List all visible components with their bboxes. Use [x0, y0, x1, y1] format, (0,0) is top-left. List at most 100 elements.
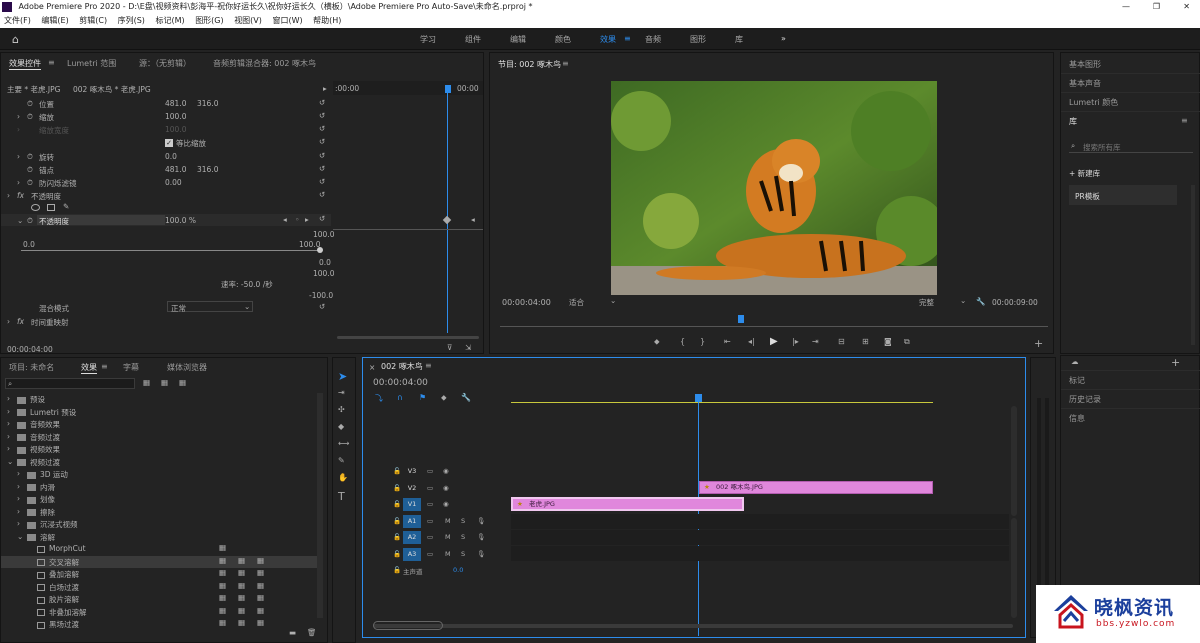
play-only-icon[interactable]: ▸	[323, 84, 327, 93]
expand-icon[interactable]: ›	[17, 152, 20, 161]
reset-icon[interactable]: ↺	[319, 164, 325, 173]
stopwatch-icon[interactable]: ⏱	[27, 178, 33, 188]
step-forward-icon[interactable]: |▸	[792, 337, 799, 346]
sync-lock-icon[interactable]: ▭	[427, 484, 433, 492]
new-folder-icon[interactable]: ▬	[289, 628, 296, 637]
library-scrollbar[interactable]	[1191, 185, 1195, 345]
menu-marker[interactable]: 标记(M)	[155, 16, 184, 25]
lock-icon[interactable]: 🔓	[393, 550, 401, 558]
menu-window[interactable]: 窗口(W)	[272, 16, 302, 25]
timeline-playhead[interactable]	[695, 394, 702, 402]
expand-icon[interactable]: ›	[17, 519, 20, 528]
fit-select[interactable]: 适合 ⌄	[566, 295, 618, 307]
video-frame[interactable]	[611, 81, 937, 295]
tab-media-browser[interactable]: 媒体浏览器	[167, 362, 207, 373]
stopwatch-icon[interactable]: ⏱	[27, 152, 33, 162]
program-scrub-bar[interactable]	[500, 326, 1048, 327]
reset-icon[interactable]: ↺	[319, 302, 325, 311]
mic-icon[interactable]: 🎙	[477, 517, 485, 525]
sync-lock-icon[interactable]: ▭	[427, 500, 433, 508]
mute-button[interactable]: M	[445, 533, 451, 541]
eye-icon[interactable]: ◉	[443, 484, 449, 492]
effects-tree-item[interactable]: ⌄ 视频过渡	[1, 456, 317, 468]
prop-position-y[interactable]: 316.0	[197, 99, 218, 108]
expand-icon[interactable]: ›	[17, 469, 20, 478]
add-icon[interactable]: +	[1171, 356, 1180, 369]
yuv-effects-icon[interactable]: ▦	[179, 378, 186, 387]
solo-button[interactable]: S	[461, 533, 465, 541]
mark-in-icon[interactable]: {	[680, 337, 685, 346]
effects-search-input[interactable]: ⌕	[5, 378, 135, 389]
lock-icon[interactable]: 🔓	[393, 517, 401, 525]
opacity-slider-track[interactable]	[21, 250, 321, 251]
expand-icon[interactable]: ›	[7, 394, 10, 403]
lock-icon[interactable]: 🔓	[393, 467, 401, 475]
panel-info[interactable]: 信息	[1069, 413, 1085, 424]
close-icon[interactable]: ✕	[1183, 0, 1190, 14]
workspace-menu-icon[interactable]: ≡	[624, 34, 631, 43]
tab-effects[interactable]: 效果	[81, 362, 97, 374]
library-menu-icon[interactable]: ≡	[1181, 116, 1188, 125]
expand-icon[interactable]: ›	[7, 317, 10, 326]
step-back-icon[interactable]: ◂|	[748, 337, 755, 346]
prev-keyframe-icon[interactable]: ◂	[283, 215, 287, 224]
track-a3-lane[interactable]	[511, 546, 1009, 561]
home-icon[interactable]: ⌂	[12, 33, 19, 46]
solo-button[interactable]: S	[461, 550, 465, 558]
compare-icon[interactable]: ⧉	[904, 337, 910, 347]
prop-anchor-y[interactable]: 316.0	[197, 165, 218, 174]
program-menu-icon[interactable]: ≡	[562, 59, 569, 68]
library-item[interactable]: PR模板	[1069, 185, 1177, 205]
clip-link[interactable]: 002 啄木鸟 * 老虎.JPG	[73, 84, 151, 95]
wrench-icon[interactable]: 🔧	[461, 393, 471, 402]
add-marker-icon[interactable]: ⬥	[441, 393, 447, 403]
library-search-input[interactable]: ⌕ 搜索所有库	[1069, 139, 1193, 153]
timeline-tab[interactable]: 002 啄木鸟	[381, 361, 423, 372]
prop-position-x[interactable]: 481.0	[165, 99, 186, 108]
mark-out-icon[interactable]: }	[700, 337, 705, 346]
track-a1-lane[interactable]	[511, 514, 1009, 529]
lock-icon[interactable]: 🔓	[393, 533, 401, 541]
effects-tree-item[interactable]: › 内滑	[1, 481, 317, 493]
sync-lock-icon[interactable]: ▭	[427, 517, 433, 525]
effects-tree-item[interactable]: › 音频效果	[1, 418, 317, 430]
tab-effect-controls[interactable]: 效果控件	[9, 58, 41, 70]
selection-tool-icon[interactable]: ➤	[338, 370, 347, 383]
tab-audio-clip-mixer[interactable]: 音频剪辑混合器: 002 啄木鸟	[213, 58, 316, 69]
eye-icon[interactable]: ◉	[443, 467, 449, 475]
reset-icon[interactable]: ↺	[319, 177, 325, 186]
timeline-menu-icon[interactable]: ≡	[425, 361, 432, 370]
type-tool-icon[interactable]: T	[338, 490, 345, 503]
razor-tool-icon[interactable]: ◆	[338, 422, 344, 431]
prop-antiflicker-value[interactable]: 0.00	[165, 178, 182, 187]
clip-v2[interactable]: ★ 002 啄木鸟.JPG	[699, 481, 933, 494]
delete-icon[interactable]: 🗑	[307, 628, 317, 637]
workspace-assembly[interactable]: 组件	[465, 34, 481, 45]
export-frame-icon[interactable]: ◙	[884, 337, 892, 346]
panel-essential-graphics[interactable]: 基本图形	[1069, 59, 1101, 70]
add-marker-icon[interactable]: ⬥	[654, 337, 660, 347]
menu-edit[interactable]: 编辑(E)	[41, 16, 68, 25]
tab-captions[interactable]: 字幕	[123, 362, 139, 373]
video-track-scrollbar[interactable]	[1011, 406, 1017, 516]
new-library-button[interactable]: + 新建库	[1069, 168, 1100, 179]
effects-tree-item[interactable]: › 预设	[1, 393, 317, 405]
mic-icon[interactable]: 🎙	[477, 550, 485, 558]
prop-anchor-x[interactable]: 481.0	[165, 165, 186, 174]
stopwatch-icon[interactable]: ⏱	[27, 112, 33, 122]
effect-controls-menu-icon[interactable]: ≡	[48, 58, 55, 67]
prop-scale-value[interactable]: 100.0	[165, 112, 186, 121]
workspace-edit[interactable]: 编辑	[510, 34, 526, 45]
snap-icon[interactable]: ∩	[397, 393, 403, 402]
minimize-icon[interactable]: —	[1122, 0, 1130, 14]
menu-help[interactable]: 帮助(H)	[313, 16, 341, 25]
menu-sequence[interactable]: 序列(S)	[118, 16, 145, 25]
prop-rotation-value[interactable]: 0.0	[165, 152, 177, 161]
track-target-a1[interactable]: A1	[403, 514, 421, 528]
collapse-icon[interactable]: ⌄	[17, 216, 23, 225]
panel-libraries[interactable]: 库	[1069, 116, 1077, 127]
track-target-a3[interactable]: A3	[403, 547, 421, 561]
panel-history[interactable]: 历史记录	[1069, 394, 1101, 405]
effects-tree-item[interactable]: › 擦除	[1, 506, 317, 518]
reset-icon[interactable]: ↺	[319, 151, 325, 160]
